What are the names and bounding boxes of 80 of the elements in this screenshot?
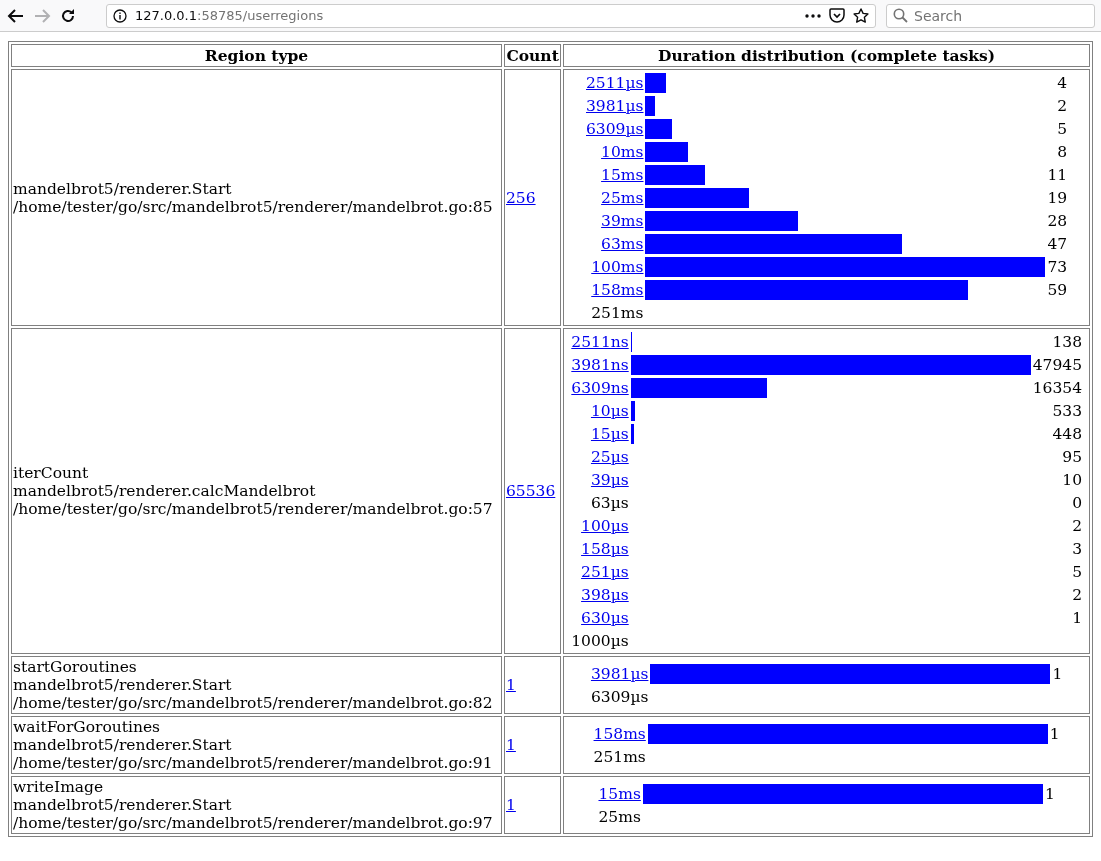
bucket-count: 1 xyxy=(1049,724,1060,743)
bucket-link[interactable]: 158µs xyxy=(581,539,629,558)
bucket-link[interactable]: 6309µs xyxy=(586,119,644,138)
bucket-link[interactable]: 10ms xyxy=(601,142,644,161)
bucket-count: 2 xyxy=(1057,96,1068,115)
bucket-count: 11 xyxy=(1047,165,1068,184)
url-path: :58785/userregions xyxy=(197,8,324,23)
bucket-count: 16354 xyxy=(1032,378,1082,397)
bookmark-star-icon[interactable] xyxy=(853,7,869,24)
info-icon[interactable] xyxy=(113,8,127,23)
bucket-count: 8 xyxy=(1057,142,1068,161)
column-header: Duration distribution (complete tasks) xyxy=(563,44,1090,67)
bucket-link[interactable]: 3981µs xyxy=(586,96,644,115)
bucket-count: 5 xyxy=(1057,119,1068,138)
bucket-link[interactable]: 6309ns xyxy=(571,378,629,397)
bucket-label: 25ms xyxy=(598,807,641,826)
bucket-link[interactable]: 630µs xyxy=(581,608,629,627)
bucket-count: 10 xyxy=(1062,470,1082,489)
bucket-link[interactable]: 63ms xyxy=(601,234,644,253)
bucket-count: 448 xyxy=(1052,424,1082,443)
bucket-link[interactable]: 100µs xyxy=(581,516,629,535)
bucket-link[interactable]: 3981µs xyxy=(590,664,649,683)
search-field[interactable]: Search xyxy=(914,5,1088,26)
bucket-link[interactable]: 39ms xyxy=(601,211,644,230)
bucket-link[interactable]: 15ms xyxy=(598,784,641,803)
bucket-link[interactable]: 25ms xyxy=(601,188,644,207)
bucket-count: 533 xyxy=(1052,401,1082,420)
bucket-count: 1 xyxy=(1044,784,1055,803)
bucket-link[interactable]: 158ms xyxy=(591,280,644,299)
count-link[interactable]: 1 xyxy=(506,736,516,754)
bucket-link[interactable]: 3981ns xyxy=(571,355,629,374)
bucket-count: 59 xyxy=(1047,280,1068,299)
bucket-link[interactable]: 15ms xyxy=(601,165,644,184)
search-bar[interactable]: Search xyxy=(886,3,1095,28)
bucket-count: 5 xyxy=(1072,562,1082,581)
bucket-link[interactable]: 10µs xyxy=(590,401,629,420)
count-link[interactable]: 256 xyxy=(506,188,536,207)
bucket-link[interactable]: 251µs xyxy=(581,562,629,581)
count-link[interactable]: 65536 xyxy=(506,482,556,500)
bucket-label: 6309µs xyxy=(590,687,649,706)
region-cell: startGoroutines mandelbrot5/renderer.Start /home/tester/go/src/mandelbrot5/renderer/mandelbrot.go:82 xyxy=(11,656,502,714)
bucket-link[interactable]: 39µs xyxy=(590,470,629,489)
bucket-count: 19 xyxy=(1047,188,1068,207)
bucket-link[interactable]: 15µs xyxy=(590,424,629,443)
bucket-link[interactable]: 2511µs xyxy=(586,73,644,92)
bucket-count: 1 xyxy=(1072,608,1082,627)
pocket-icon[interactable] xyxy=(829,8,845,23)
bucket-count: 95 xyxy=(1062,447,1082,466)
url-host: 127.0.0.1 xyxy=(135,8,198,23)
bucket-count: 2 xyxy=(1072,585,1082,604)
bucket-count: 47 xyxy=(1047,234,1068,253)
bucket-label: 251ms xyxy=(593,747,646,766)
bucket-label: 1000µs xyxy=(571,631,629,650)
more-icon[interactable] xyxy=(805,13,821,18)
region-cell: iterCount mandelbrot5/renderer.calcMandelbrot /home/tester/go/src/mandelbrot5/renderer/mandelbrot.go:57 xyxy=(11,328,502,654)
bucket-link[interactable]: 158ms xyxy=(593,724,646,743)
address-bar[interactable]: 127.0.0.1:58785/userregions xyxy=(106,3,876,28)
column-header: Region type xyxy=(11,44,502,67)
bucket-count: 0 xyxy=(1072,493,1082,512)
bucket-count: 2 xyxy=(1072,516,1082,535)
bucket-label: 251ms xyxy=(591,303,644,322)
count-link[interactable]: 1 xyxy=(506,676,516,694)
bucket-count: 4 xyxy=(1057,73,1068,92)
bucket-count: 73 xyxy=(1047,257,1068,276)
search-icon xyxy=(893,8,908,23)
bucket-count: 28 xyxy=(1047,211,1068,230)
bucket-count: 3 xyxy=(1072,539,1082,558)
bucket-count: 138 xyxy=(1052,332,1082,351)
region-cell: mandelbrot5/renderer.Start /home/tester/go/src/mandelbrot5/renderer/mandelbrot.go:85 xyxy=(11,69,502,326)
bucket-count: 47945 xyxy=(1032,355,1082,374)
bucket-link[interactable]: 2511ns xyxy=(571,332,629,351)
bucket-link[interactable]: 398µs xyxy=(581,585,629,604)
region-cell: writeImage mandelbrot5/renderer.Start /home/tester/go/src/mandelbrot5/renderer/mandelbrot.go:97 xyxy=(11,776,502,834)
bucket-label: 63µs xyxy=(590,493,629,512)
region-cell: waitForGoroutines mandelbrot5/renderer.Start /home/tester/go/src/mandelbrot5/renderer/mandelbrot.go:91 xyxy=(11,716,502,774)
count-link[interactable]: 1 xyxy=(506,796,516,814)
bucket-link[interactable]: 100ms xyxy=(591,257,644,276)
column-header: Count xyxy=(504,44,562,67)
bucket-link[interactable]: 25µs xyxy=(590,447,629,466)
bucket-count: 1 xyxy=(1052,664,1063,683)
